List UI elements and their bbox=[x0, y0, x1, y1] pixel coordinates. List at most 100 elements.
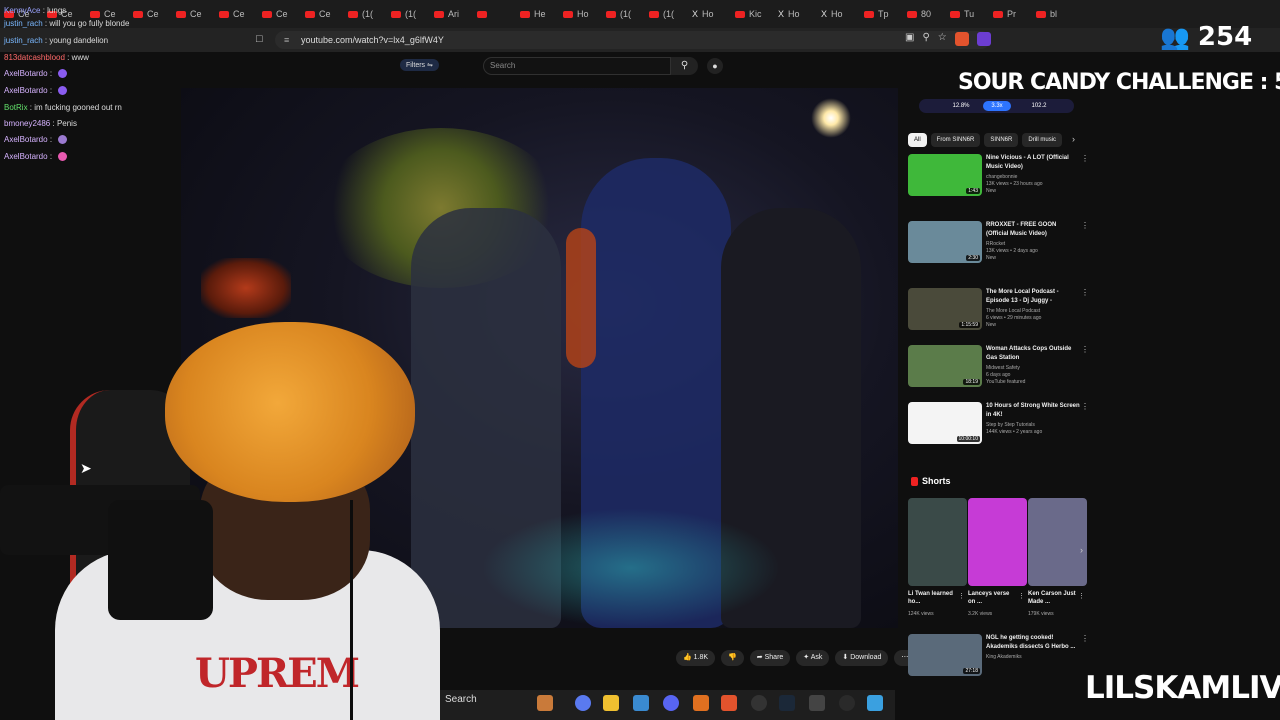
short-title[interactable]: Lanceys verse on ... bbox=[968, 590, 1016, 606]
browser-tab[interactable]: Ho bbox=[559, 3, 602, 25]
app-icon[interactable] bbox=[809, 695, 825, 711]
more-icon[interactable]: ⋮ bbox=[1018, 592, 1025, 600]
short-thumbnail[interactable] bbox=[908, 498, 967, 586]
video-thumbnail[interactable]: 1:43 bbox=[908, 154, 982, 196]
video-title[interactable]: Nine Vicious - A LOT (Official Music Vid… bbox=[986, 154, 1080, 172]
chat-username[interactable]: justin_rach bbox=[4, 36, 43, 45]
browser-tab[interactable]: Tu bbox=[946, 3, 989, 25]
taskbar-search[interactable]: Search bbox=[445, 694, 477, 705]
copilot-icon[interactable] bbox=[575, 695, 591, 711]
star-icon[interactable]: ☆ bbox=[938, 32, 947, 46]
chat-username[interactable]: AxelBotardo bbox=[4, 135, 48, 144]
cast-icon[interactable]: ▣ bbox=[905, 32, 914, 46]
more-icon[interactable]: ⋮ bbox=[1081, 221, 1089, 230]
bookmark-icon[interactable]: □ bbox=[256, 33, 263, 45]
browser-tab[interactable]: (1( bbox=[645, 3, 688, 25]
video-title[interactable]: 10 Hours of Strong White Screen in 4K! bbox=[986, 402, 1080, 420]
video-thumbnail[interactable]: 1:15:59 bbox=[908, 288, 982, 330]
more-icon[interactable]: ⋮ bbox=[1078, 592, 1085, 600]
brave-icon[interactable] bbox=[721, 695, 737, 711]
recommended-item[interactable]: 10:00:10 10 Hours of Strong White Screen … bbox=[908, 402, 1089, 450]
app-icon[interactable] bbox=[867, 695, 883, 711]
zoom-icon[interactable]: ⚲ bbox=[922, 32, 929, 46]
browser-tab[interactable]: He bbox=[516, 3, 559, 25]
chat-username[interactable]: KennyAce bbox=[4, 6, 40, 15]
channel-name[interactable]: changebonnie bbox=[986, 174, 1080, 181]
short-title[interactable]: Li Twan learned ho... bbox=[908, 590, 956, 606]
browser-tab[interactable]: Ce bbox=[301, 3, 344, 25]
video-title[interactable]: NGL he getting cooked! Akademiks dissect… bbox=[986, 634, 1080, 652]
site-info-icon[interactable]: ≡ bbox=[284, 31, 289, 49]
filter-chip[interactable]: SINN6R bbox=[984, 133, 1019, 147]
more-icon[interactable]: ⋮ bbox=[1081, 402, 1089, 411]
ask-button[interactable]: ✦ Ask bbox=[796, 650, 830, 666]
browser-tab[interactable]: bl bbox=[1032, 3, 1075, 25]
channel-name[interactable]: RRocket bbox=[986, 241, 1080, 248]
short-title[interactable]: Ken Carson Just Made ... bbox=[1028, 590, 1076, 606]
video-title[interactable]: Woman Attacks Cops Outside Gas Station bbox=[986, 345, 1080, 363]
video-thumbnail[interactable]: 18:19 bbox=[908, 345, 982, 387]
chat-username[interactable]: 813datcashblood bbox=[4, 53, 65, 62]
recommended-item[interactable]: 18:19 Woman Attacks Cops Outside Gas Stat… bbox=[908, 345, 1089, 393]
browser-tab[interactable]: Ce bbox=[215, 3, 258, 25]
download-button[interactable]: ⬇ Download bbox=[835, 650, 889, 666]
app-icon[interactable] bbox=[693, 695, 709, 711]
browser-tab[interactable]: Ce bbox=[258, 3, 301, 25]
video-thumbnail[interactable]: 27:18 bbox=[908, 634, 982, 676]
browser-tab[interactable] bbox=[473, 3, 516, 25]
video-title[interactable]: The More Local Podcast - Episode 13 - Dj… bbox=[986, 288, 1080, 306]
youtube-search-input[interactable]: Search bbox=[483, 57, 671, 75]
browser-tab[interactable]: (1( bbox=[344, 3, 387, 25]
browser-tab[interactable]: Pr bbox=[989, 3, 1032, 25]
share-button[interactable]: ➦ Share bbox=[749, 650, 791, 666]
rewards-icon[interactable] bbox=[976, 32, 991, 46]
like-button[interactable]: 👍 1.8K bbox=[676, 650, 716, 666]
browser-tab[interactable]: X Ho bbox=[688, 3, 731, 25]
channel-name[interactable]: King Akademiks bbox=[986, 654, 1080, 661]
more-icon[interactable]: ⋮ bbox=[1081, 634, 1089, 643]
video-thumbnail[interactable]: 10:00:10 bbox=[908, 402, 982, 444]
recommended-item[interactable]: 2:30 RROXXET - FREE GOON (Official Music … bbox=[908, 221, 1089, 269]
obs-icon[interactable] bbox=[751, 695, 767, 711]
chevron-right-icon[interactable]: › bbox=[1072, 134, 1075, 144]
chat-username[interactable]: AxelBotardo bbox=[4, 152, 48, 161]
browser-tab[interactable]: (1( bbox=[602, 3, 645, 25]
filter-chip[interactable]: From SINN6R bbox=[930, 133, 981, 147]
recommended-item[interactable]: 27:18 NGL he getting cooked! Akademiks d… bbox=[908, 634, 1089, 682]
browser-tab[interactable]: Ari bbox=[430, 3, 473, 25]
chat-username[interactable]: BotRix bbox=[4, 103, 28, 112]
discord-icon[interactable] bbox=[663, 695, 679, 711]
browser-tab[interactable]: X Ho bbox=[817, 3, 860, 25]
more-icon[interactable]: ⋮ bbox=[1081, 288, 1089, 297]
paint-icon[interactable] bbox=[537, 695, 553, 711]
chat-username[interactable]: AxelBotardo bbox=[4, 86, 48, 95]
more-icon[interactable]: ⋮ bbox=[958, 592, 965, 600]
browser-tab[interactable]: Ce bbox=[172, 3, 215, 25]
channel-name[interactable]: Step by Step Tutorials bbox=[986, 422, 1080, 429]
app-icon[interactable] bbox=[839, 695, 855, 711]
brave-shield-icon[interactable] bbox=[954, 32, 969, 46]
short-thumbnail[interactable] bbox=[1028, 498, 1087, 586]
filters-button[interactable]: Filters ⇋ bbox=[400, 59, 439, 71]
browser-tab[interactable]: (1( bbox=[387, 3, 430, 25]
search-button[interactable]: ⚲ bbox=[671, 57, 698, 75]
recommended-item[interactable]: 1:43 Nine Vicious - A LOT (Official Music… bbox=[908, 154, 1089, 202]
steam-icon[interactable] bbox=[779, 695, 795, 711]
chat-username[interactable]: justin_rach bbox=[4, 19, 43, 28]
store-icon[interactable] bbox=[633, 695, 649, 711]
more-icon[interactable]: ⋮ bbox=[1081, 154, 1089, 163]
chat-username[interactable]: AxelBotardo bbox=[4, 69, 48, 78]
folder-icon[interactable] bbox=[603, 695, 619, 711]
chat-username[interactable]: bmoney2486 bbox=[4, 119, 50, 128]
channel-name[interactable]: Midwest Safety bbox=[986, 365, 1080, 372]
video-title[interactable]: RROXXET - FREE GOON (Official Music Vide… bbox=[986, 221, 1080, 239]
filter-chip[interactable]: Drill music bbox=[1022, 133, 1063, 147]
browser-tab[interactable]: 80 bbox=[903, 3, 946, 25]
browser-tab[interactable]: X Ho bbox=[774, 3, 817, 25]
chevron-right-icon[interactable]: › bbox=[1080, 545, 1083, 555]
video-thumbnail[interactable]: 2:30 bbox=[908, 221, 982, 263]
short-thumbnail[interactable] bbox=[968, 498, 1027, 586]
channel-name[interactable]: The More Local Podcast bbox=[986, 308, 1080, 315]
dislike-button[interactable]: 👎 bbox=[721, 650, 744, 666]
browser-tab[interactable]: Kic bbox=[731, 3, 774, 25]
